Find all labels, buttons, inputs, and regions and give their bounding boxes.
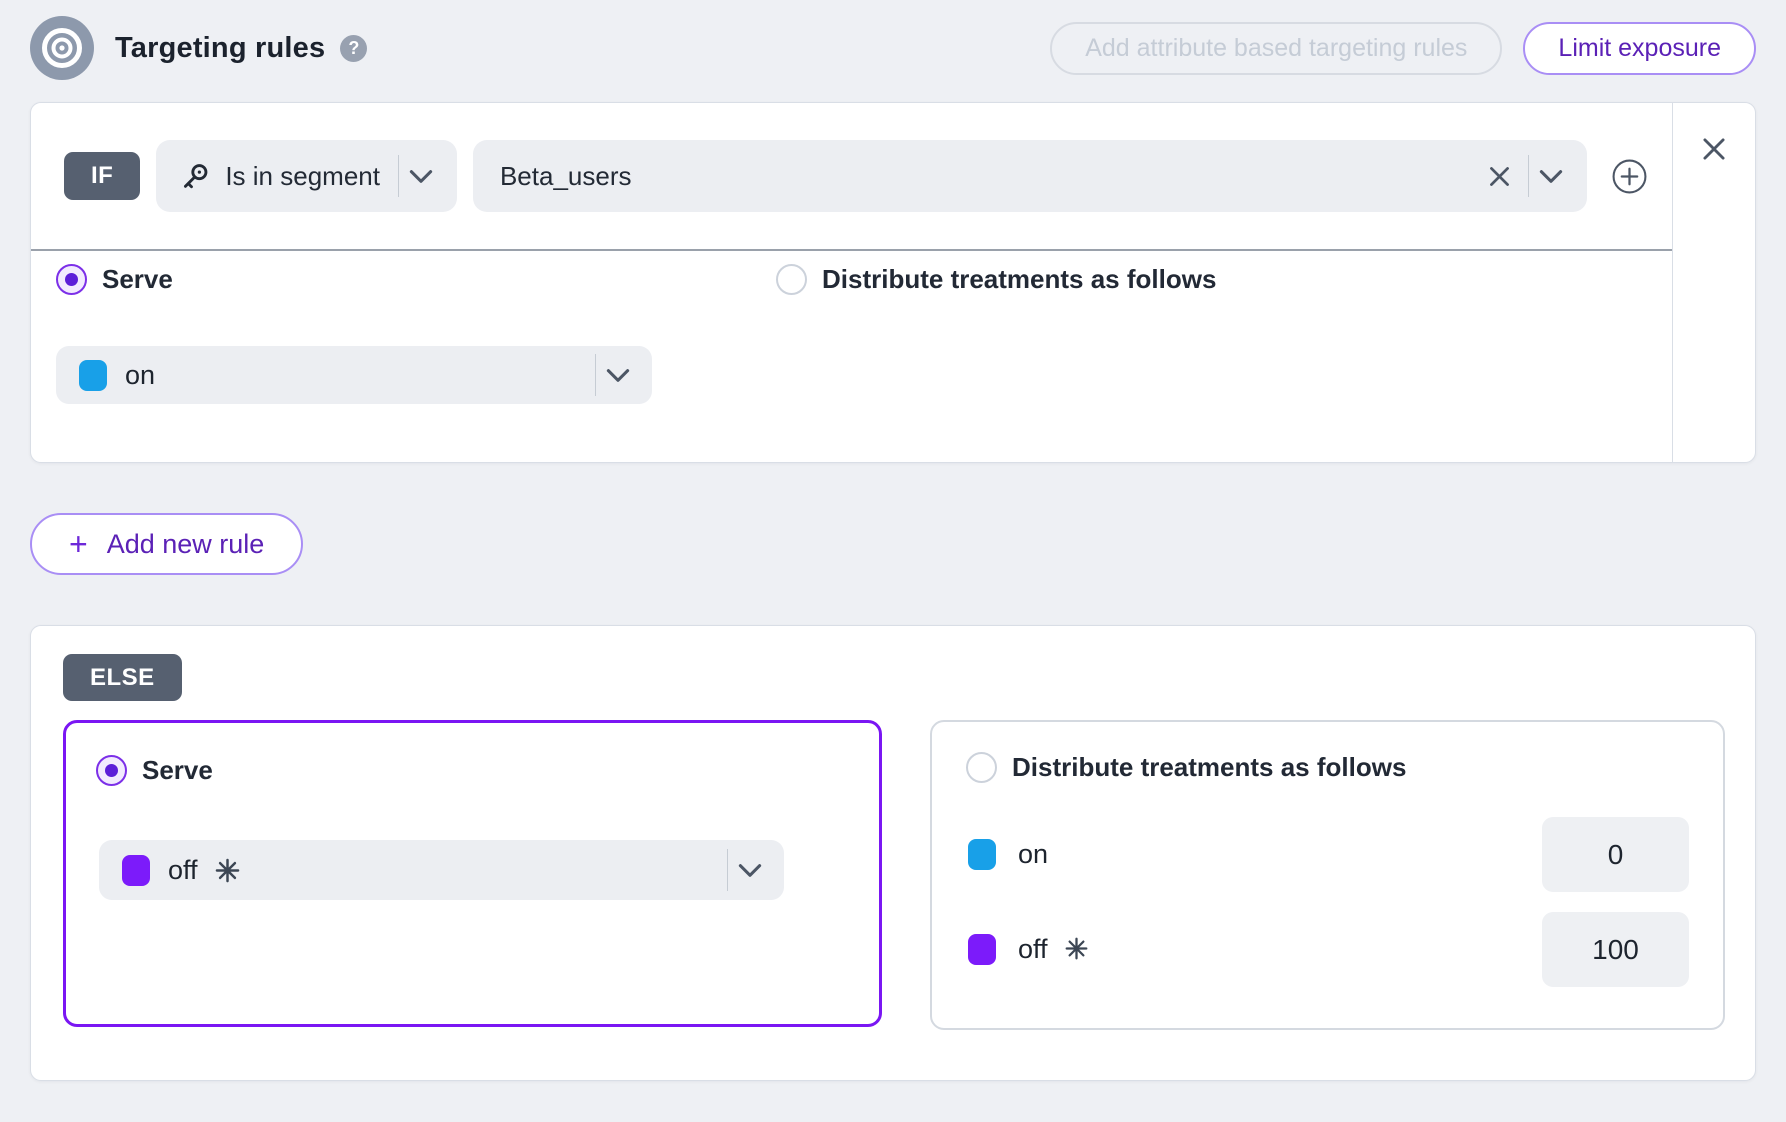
add-new-rule-button[interactable]: + Add new rule <box>30 513 303 575</box>
if-rule-main: IF Is in segment <box>31 103 1672 462</box>
plus-icon: + <box>69 528 88 560</box>
add-new-rule-label: Add new rule <box>107 529 265 560</box>
treatment-name: off <box>168 855 198 886</box>
chevron-down-icon[interactable] <box>738 863 762 878</box>
distribution-row: off <box>966 912 1689 987</box>
chevron-down-icon[interactable] <box>409 169 433 184</box>
else-serve-radio[interactable] <box>96 755 127 786</box>
if-rule-side <box>1672 103 1755 462</box>
header: Targeting rules ? Add attribute based ta… <box>30 16 1756 80</box>
serve-radio[interactable] <box>56 264 87 295</box>
targeting-rules-panel: Targeting rules ? Add attribute based ta… <box>0 0 1786 1081</box>
treatment-name: on <box>125 360 155 391</box>
key-icon <box>180 161 211 192</box>
serve-option: Serve <box>96 755 816 786</box>
else-distribute-radio-label: Distribute treatments as follows <box>1012 752 1406 783</box>
chevron-down-icon[interactable] <box>1539 169 1563 184</box>
distribution-row: on <box>966 817 1689 892</box>
else-distribute-box[interactable]: Distribute treatments as follows on off <box>930 720 1725 1030</box>
else-rule-card: ELSE Serve off <box>30 625 1756 1081</box>
treatment-on-swatch <box>968 839 996 870</box>
treatment-name: off <box>1018 934 1048 965</box>
distribute-option: Distribute treatments as follows <box>966 752 1406 783</box>
if-condition-row: IF Is in segment <box>31 103 1672 249</box>
else-serve-radio-label: Serve <box>142 755 213 786</box>
distribute-radio[interactable] <box>776 264 807 295</box>
treatment-off-swatch <box>122 855 150 886</box>
default-treatment-icon <box>214 857 241 884</box>
serve-option: Serve <box>56 264 776 295</box>
else-treatment-dropdown[interactable]: off <box>99 840 784 900</box>
segment-select[interactable]: Beta_users <box>473 140 1587 212</box>
add-condition-icon[interactable] <box>1611 158 1648 195</box>
segment-value: Beta_users <box>500 161 632 192</box>
chevron-down-icon[interactable] <box>606 368 630 383</box>
else-distribute-radio[interactable] <box>966 752 997 783</box>
divider <box>1528 155 1529 197</box>
matcher-dropdown[interactable]: Is in segment <box>156 140 457 212</box>
if-serve-area: Serve Distribute treatments as follows o… <box>31 251 1672 404</box>
target-icon <box>30 16 94 80</box>
distribute-option: Distribute treatments as follows <box>776 264 1216 295</box>
limit-exposure-button[interactable]: Limit exposure <box>1523 22 1756 75</box>
default-treatment-icon <box>1064 936 1091 963</box>
page-title: Targeting rules <box>115 32 325 65</box>
distribute-radio-label: Distribute treatments as follows <box>822 264 1216 295</box>
distribution-rows: on off <box>966 817 1689 987</box>
if-rule-card: IF Is in segment <box>30 102 1756 463</box>
help-icon[interactable]: ? <box>340 35 367 62</box>
percentage-input-on[interactable] <box>1542 817 1689 892</box>
matcher-label: Is in segment <box>225 161 380 192</box>
divider <box>727 849 728 891</box>
treatment-off-swatch <box>968 934 996 965</box>
divider <box>398 155 399 197</box>
else-serve-box[interactable]: Serve off <box>63 720 882 1027</box>
serve-radio-label: Serve <box>102 264 173 295</box>
add-attribute-rules-button[interactable]: Add attribute based targeting rules <box>1050 22 1502 75</box>
else-badge: ELSE <box>63 654 182 701</box>
treatment-dropdown[interactable]: on <box>56 346 652 404</box>
treatment-on-swatch <box>79 360 107 391</box>
delete-rule-icon[interactable] <box>1701 136 1727 162</box>
treatment-name: on <box>1018 839 1048 870</box>
clear-segment-icon[interactable] <box>1488 165 1511 188</box>
percentage-input-off[interactable] <box>1542 912 1689 987</box>
if-badge: IF <box>64 152 140 200</box>
divider <box>595 354 596 396</box>
